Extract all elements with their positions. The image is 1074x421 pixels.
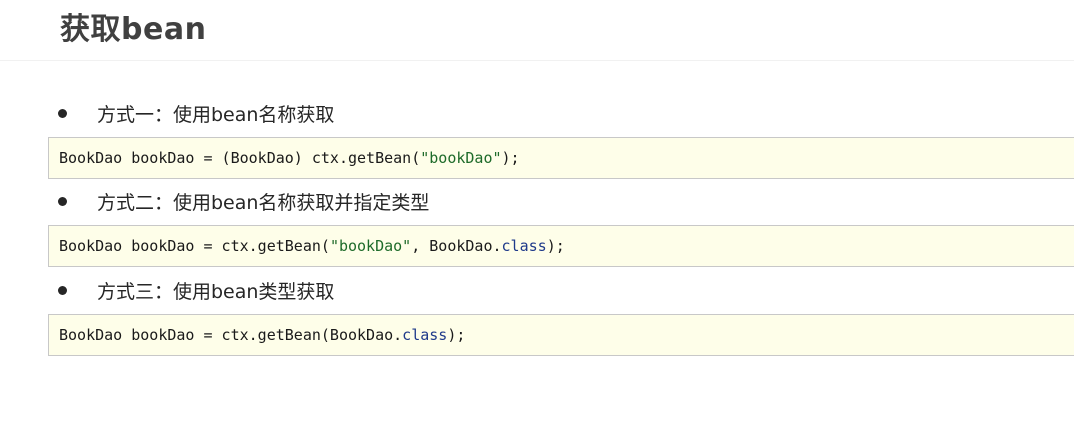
code-text: BookDao bookDao = ctx.getBean( xyxy=(59,237,330,255)
method-3-label: 方式三：使用bean类型获取 xyxy=(97,280,335,303)
method-2-label: 方式二：使用bean名称获取并指定类型 xyxy=(97,191,430,214)
code-string-literal: "bookDao" xyxy=(329,237,412,255)
method-2-item: 方式二：使用bean名称获取并指定类型 xyxy=(58,186,429,216)
code-text: ); xyxy=(447,326,466,344)
code-text: ); xyxy=(501,149,520,167)
page-title: 获取bean xyxy=(60,12,207,47)
method-3-item: 方式三：使用bean类型获取 xyxy=(58,275,334,305)
method-1-label: 方式一：使用bean名称获取 xyxy=(97,103,335,126)
bullet-icon xyxy=(58,108,67,118)
code-keyword: class xyxy=(501,237,547,255)
title-bar: 获取bean xyxy=(0,0,1074,61)
code-text: BookDao bookDao = ctx.getBean(BookDao. xyxy=(59,326,403,344)
code-keyword: class xyxy=(402,326,448,344)
bullet-icon xyxy=(58,285,67,295)
code-text: , BookDao. xyxy=(411,237,502,255)
method-2-code-block: BookDao bookDao = ctx.getBean("bookDao",… xyxy=(48,225,1074,267)
code-text: BookDao bookDao = (BookDao) ctx.getBean( xyxy=(59,149,421,167)
bullet-icon xyxy=(58,196,67,206)
code-text: ); xyxy=(546,237,565,255)
method-3-code-block: BookDao bookDao = ctx.getBean(BookDao. cl… xyxy=(48,314,1074,356)
method-1-code-block: BookDao bookDao = (BookDao) ctx.getBean(… xyxy=(48,137,1074,179)
code-string-literal: "bookDao" xyxy=(420,149,502,167)
method-1-item: 方式一：使用bean名称获取 xyxy=(58,98,334,128)
